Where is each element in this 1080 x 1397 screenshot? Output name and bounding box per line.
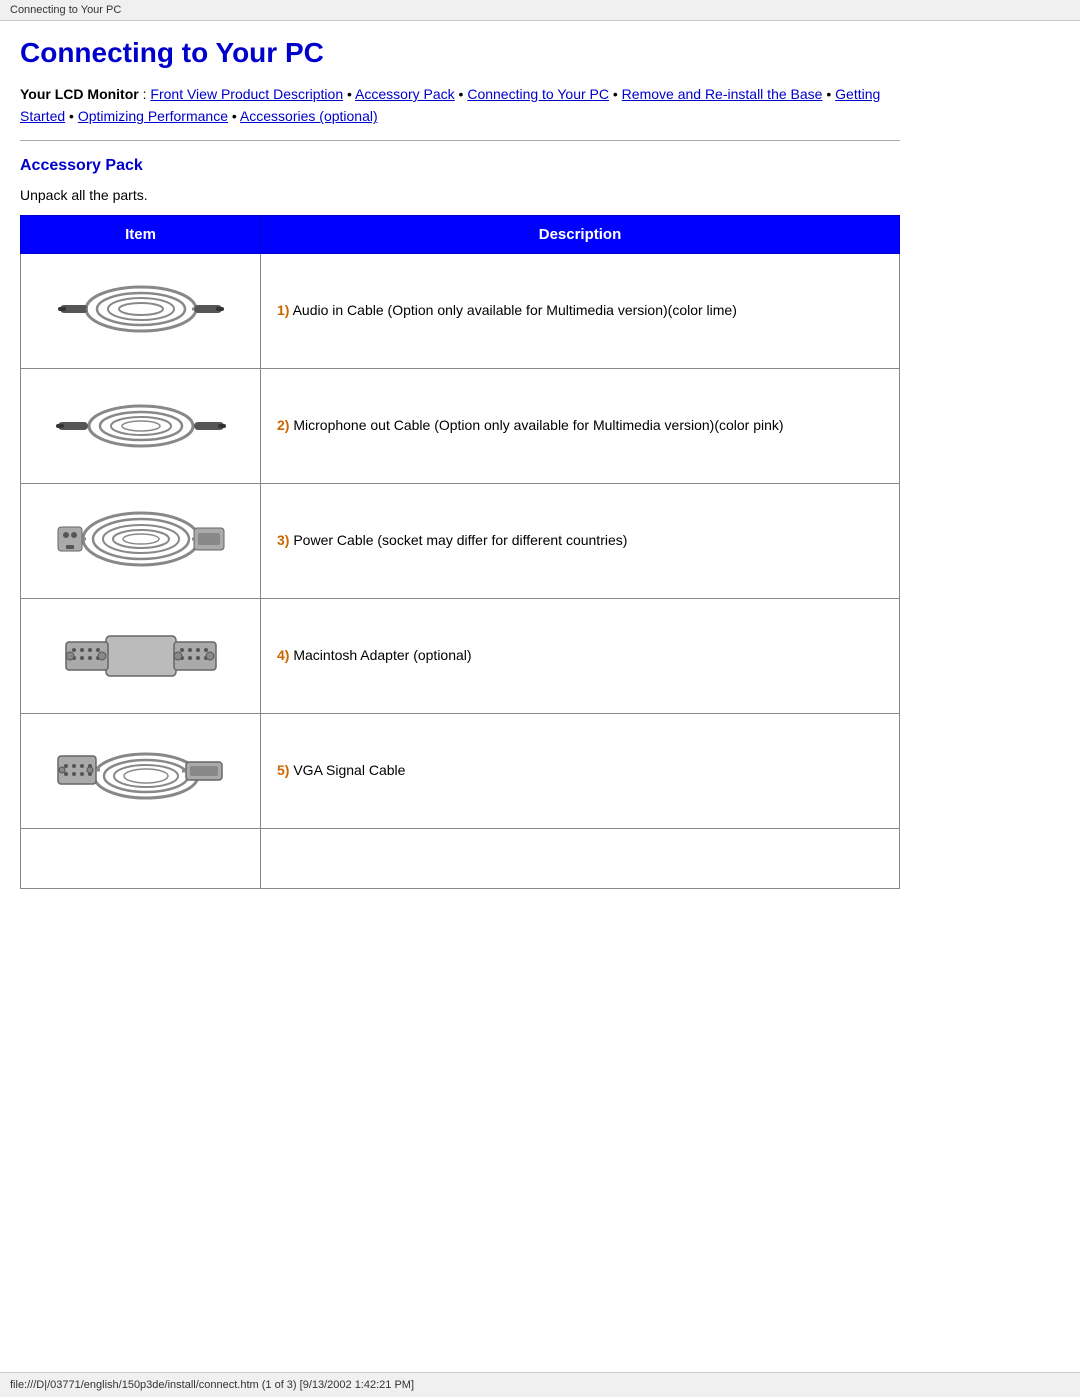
cable-image-2	[51, 381, 231, 471]
table-row: 3) Power Cable (socket may differ for di…	[21, 483, 900, 598]
nav-link-accessory-pack[interactable]: Accessory Pack	[355, 86, 455, 102]
table-row: 2) Microphone out Cable (Option only ava…	[21, 368, 900, 483]
table-row: 5) VGA Signal Cable	[21, 713, 900, 828]
item-number-2: 2)	[277, 417, 289, 433]
table-row: 1) Audio in Cable (Option only available…	[21, 253, 900, 368]
desc-cell-empty	[261, 828, 900, 888]
item-cell-2	[21, 368, 261, 483]
nav-link-optimizing[interactable]: Optimizing Performance	[78, 108, 228, 124]
status-bar: file:///D|/03771/english/150p3de/install…	[0, 1372, 1080, 1397]
desc-cell-3: 3) Power Cable (socket may differ for di…	[261, 483, 900, 598]
desc-cell-4: 4) Macintosh Adapter (optional)	[261, 598, 900, 713]
cable-image-4	[51, 611, 231, 701]
browser-bar: Connecting to Your PC	[0, 0, 1080, 21]
power-cable-icon	[56, 491, 226, 591]
mac-adapter-icon	[56, 616, 226, 696]
item-cell-5	[21, 713, 261, 828]
section-divider	[20, 140, 900, 141]
col-header-item: Item	[21, 215, 261, 253]
accessory-table: Item Description	[20, 215, 900, 889]
desc-cell-2: 2) Microphone out Cable (Option only ava…	[261, 368, 900, 483]
nav-link-front-view[interactable]: Front View Product Description	[150, 86, 343, 102]
item-number-3: 3)	[277, 532, 289, 548]
page-title: Connecting to Your PC	[20, 37, 900, 69]
desc-cell-5: 5) VGA Signal Cable	[261, 713, 900, 828]
nav-section: Your LCD Monitor : Front View Product De…	[20, 83, 900, 128]
nav-link-accessories[interactable]: Accessories (optional)	[240, 108, 378, 124]
main-content: Connecting to Your PC Your LCD Monitor :…	[0, 21, 920, 929]
audio-cable-icon	[56, 271, 226, 351]
cable-image-5	[51, 726, 231, 816]
item-number-5: 5)	[277, 762, 289, 778]
item-number-1: 1)	[277, 302, 289, 318]
col-header-desc: Description	[261, 215, 900, 253]
item-cell-3	[21, 483, 261, 598]
item-cell-1	[21, 253, 261, 368]
desc-cell-1: 1) Audio in Cable (Option only available…	[261, 253, 900, 368]
nav-label: Your LCD Monitor	[20, 86, 139, 102]
unpack-text: Unpack all the parts.	[20, 187, 900, 203]
table-row-empty	[21, 828, 900, 888]
table-row: 4) Macintosh Adapter (optional)	[21, 598, 900, 713]
item-cell-4	[21, 598, 261, 713]
cable-image-1	[51, 266, 231, 356]
mic-cable-icon	[56, 386, 226, 466]
section-heading: Accessory Pack	[20, 157, 900, 175]
cable-image-3	[51, 496, 231, 586]
item-number-4: 4)	[277, 647, 289, 663]
nav-link-remove-reinstall[interactable]: Remove and Re-install the Base	[622, 86, 823, 102]
vga-cable-icon	[56, 726, 226, 816]
item-cell-empty	[21, 828, 261, 888]
nav-link-connecting[interactable]: Connecting to Your PC	[467, 86, 609, 102]
